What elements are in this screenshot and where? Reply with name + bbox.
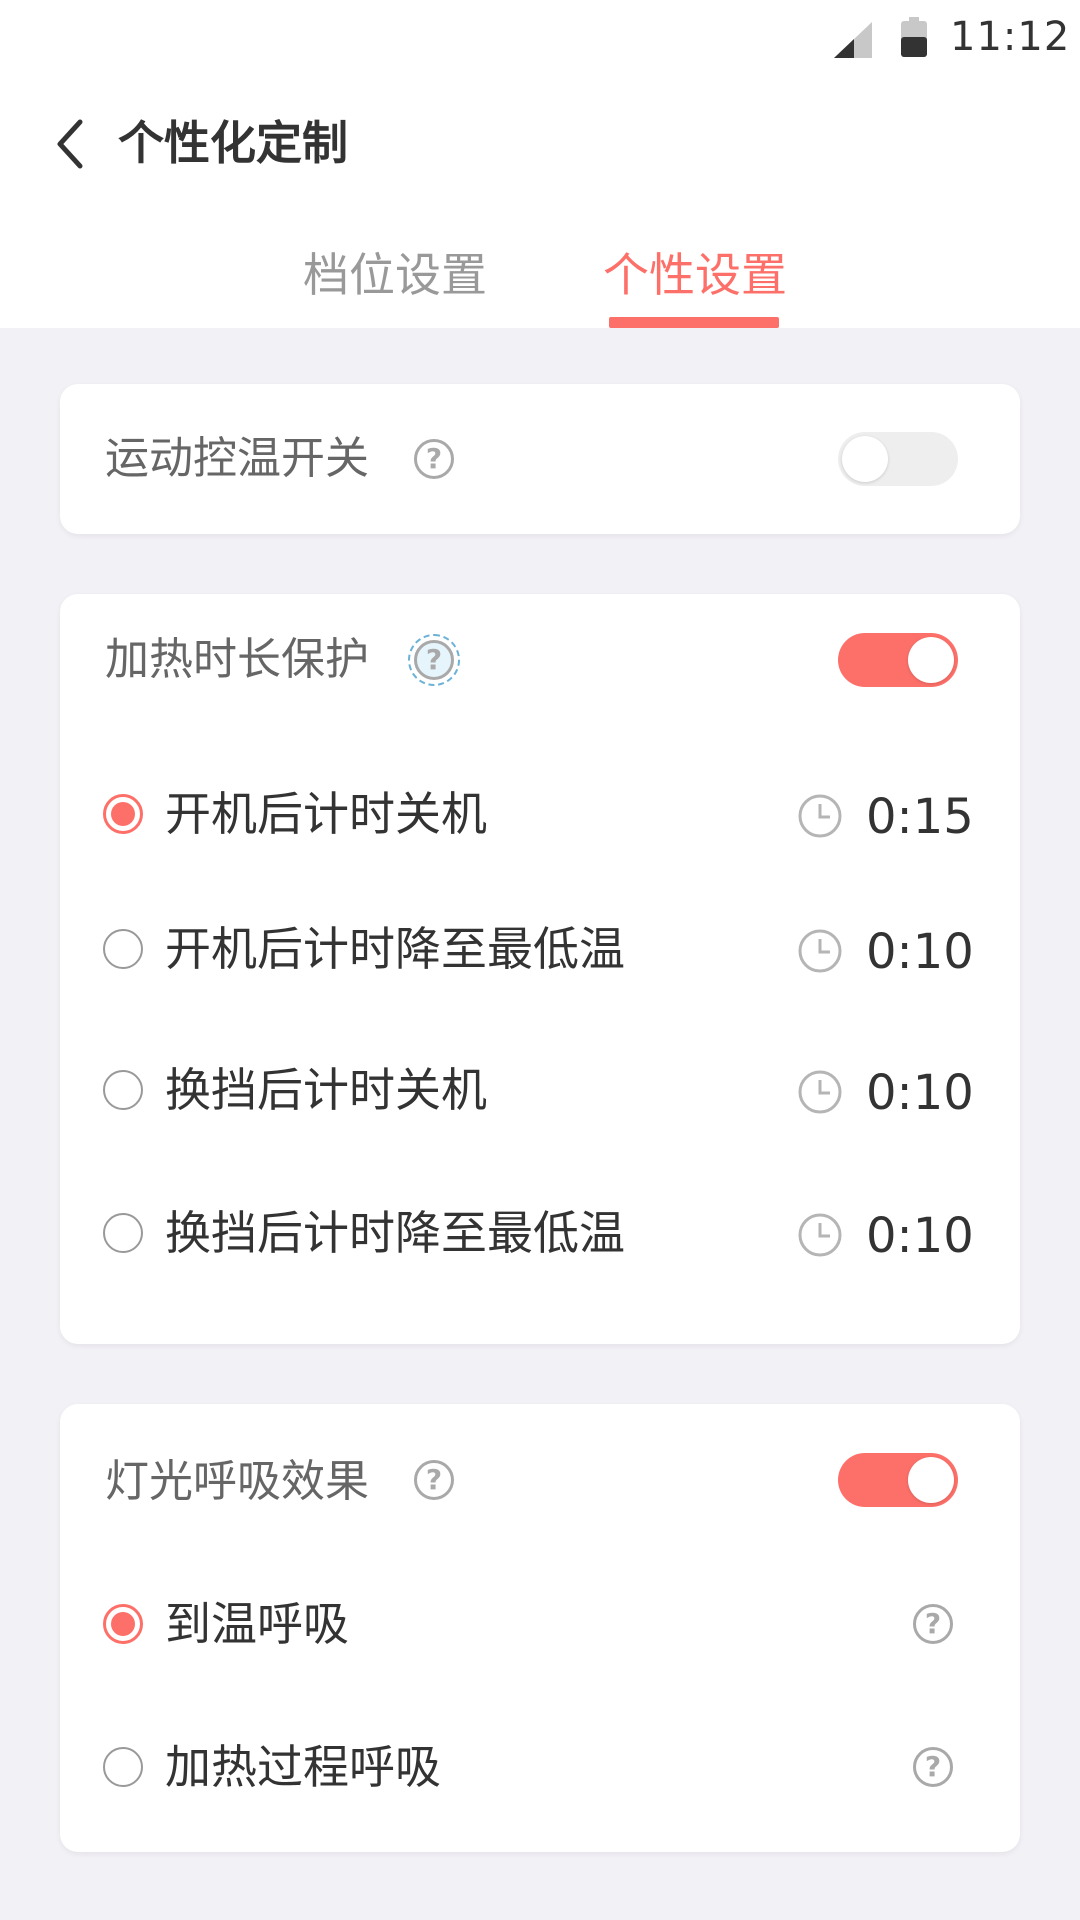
sport-temp-card: 运动控温开关 ? [60,384,1020,534]
light-breath-card: 灯光呼吸效果 ? 到温呼吸 ? 加热过程呼吸 ? [60,1404,1020,1852]
sport-temp-label: 运动控温开关 [105,433,369,484]
clock-icon [798,1213,842,1257]
help-icon[interactable]: ? [913,1747,953,1787]
battery-icon [901,17,927,57]
radio-unselected[interactable] [103,1070,143,1110]
header: 个性化定制 [0,72,1080,200]
help-icon[interactable]: ? [408,634,460,686]
option-label: 换挡后计时降至最低温 [165,1206,625,1260]
toggle-knob [908,1457,954,1503]
option-label: 换挡后计时关机 [165,1063,487,1117]
radio-selected[interactable] [103,1604,143,1644]
option-time[interactable]: 0:10 [866,1061,974,1125]
option-time[interactable]: 0:10 [866,920,974,984]
heating-protect-card: 加热时长保护 ? 开机后计时关机 0:15 开机后计时降至最低温 0:10 换挡… [60,594,1020,1344]
help-icon[interactable]: ? [414,1460,454,1500]
option-time[interactable]: 0:15 [866,785,974,849]
option-label: 开机后计时关机 [165,787,487,841]
tab-bar: 档位设置 个性设置 [0,200,1080,328]
clock-icon [798,929,842,973]
radio-unselected[interactable] [103,929,143,969]
tab-active-indicator [609,317,779,328]
page-title: 个性化定制 [118,116,348,170]
tab-gear-settings[interactable]: 档位设置 [298,240,492,310]
signal-icon [834,22,872,58]
radio-unselected[interactable] [103,1213,143,1253]
help-icon[interactable]: ? [913,1604,953,1644]
toggle-knob [908,637,954,683]
radio-selected[interactable] [103,794,143,834]
status-time: 11:12 [950,14,1071,60]
option-time[interactable]: 0:10 [866,1204,974,1268]
tab-personal-settings[interactable]: 个性设置 [598,240,792,310]
option-label: 开机后计时降至最低温 [165,922,625,976]
toggle-knob [842,436,888,482]
heating-protect-toggle[interactable] [838,633,958,687]
chevron-left-icon[interactable] [48,112,98,176]
sport-temp-toggle[interactable] [838,432,958,486]
heating-protect-label: 加热时长保护 [105,634,369,685]
option-label: 到温呼吸 [165,1597,349,1651]
radio-unselected[interactable] [103,1747,143,1787]
clock-icon [798,794,842,838]
status-bar: 11:12 [0,0,1080,72]
light-breath-toggle[interactable] [838,1453,958,1507]
help-icon[interactable]: ? [414,439,454,479]
clock-icon [798,1070,842,1114]
option-label: 加热过程呼吸 [165,1740,441,1794]
light-breath-label: 灯光呼吸效果 [105,1456,369,1507]
